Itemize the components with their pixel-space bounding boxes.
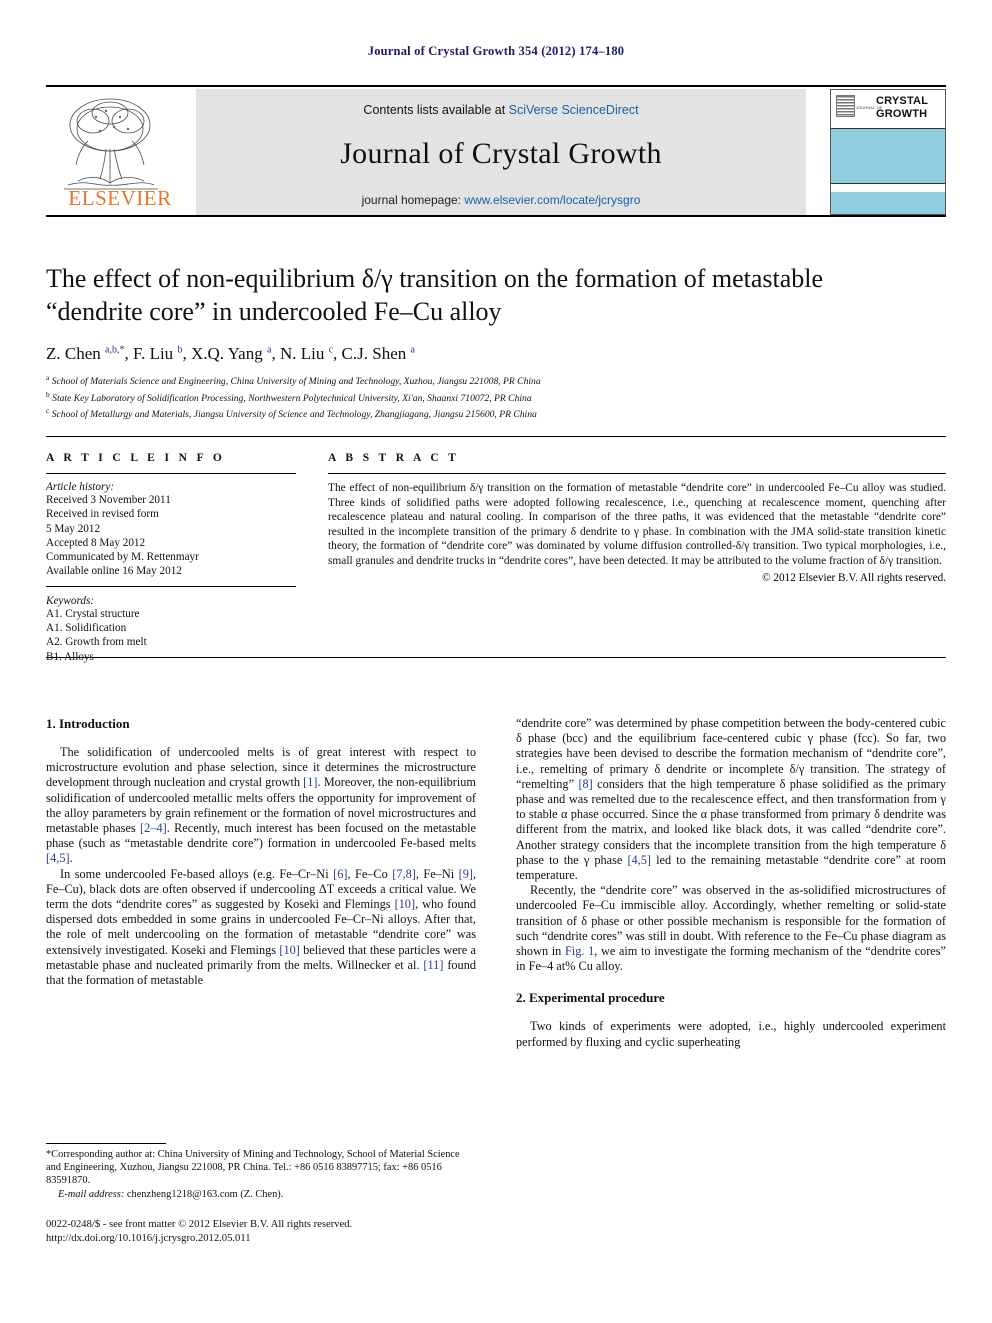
paragraph: The solidification of undercooled melts …	[46, 745, 477, 866]
history-item: Communicated by M. Rettenmayr	[46, 551, 199, 564]
paper-page: Journal of Crystal Growth 354 (2012) 174…	[0, 0, 992, 1323]
section-heading-experimental: 2. Experimental procedure	[516, 990, 665, 1006]
history-item: 5 May 2012	[46, 522, 101, 535]
journal-cover-thumbnail: JOURNAL OF CRYSTAL GROWTH	[830, 89, 946, 215]
elsevier-wordmark: ELSEVIER	[68, 186, 172, 210]
keyword-item: A1. Solidification	[46, 622, 127, 635]
keyword-item: A2. Growth from melt	[46, 636, 147, 649]
footnote-rule	[46, 1143, 166, 1144]
article-history-block: Article history: Received 3 November 201…	[46, 481, 296, 579]
cover-gap	[831, 184, 945, 192]
info-section-top-rule	[46, 436, 946, 437]
abstract-rule	[328, 473, 946, 474]
paragraph: Recently, the “dendrite core” was observ…	[516, 883, 947, 974]
affiliation-text: School of Metallurgy and Materials, Jian…	[51, 409, 537, 421]
body-column-right: “dendrite core” was determined by phase …	[516, 716, 946, 1050]
homepage-prefix: journal homepage:	[361, 193, 465, 207]
email-label: E-mail address:	[58, 1188, 125, 1200]
keywords-block: Keywords: A1. Crystal structure A1. Soli…	[46, 595, 296, 664]
abstract-column: A B S T R A C T The effect of non-equili…	[328, 452, 946, 584]
running-head: Journal of Crystal Growth 354 (2012) 174…	[367, 44, 625, 58]
affiliation-item: c School of Metallurgy and Materials, Ji…	[46, 405, 926, 422]
elsevier-logo: ELSEVIER	[48, 91, 190, 213]
affiliation-text: School of Materials Science and Engineer…	[51, 376, 541, 388]
cover-image-band-2	[831, 192, 945, 214]
footer-identifiers: 0022-0248/$ - see front matter © 2012 El…	[46, 1218, 506, 1246]
journal-homepage-line: journal homepage: www.elsevier.com/locat…	[196, 193, 806, 207]
page-title: The effect of non-equilibrium δ/γ transi…	[46, 264, 824, 326]
paragraph: “dendrite core” was determined by phase …	[516, 716, 946, 883]
journal-title: Journal of Crystal Growth	[340, 137, 662, 170]
keyword-item: B1. Alloys	[46, 650, 94, 663]
body-column-left: 1. Introduction The solidification of un…	[46, 716, 476, 988]
article-info-heading: A R T I C L E I N F O	[46, 452, 226, 464]
footnote-corresponding-text: *Corresponding author at: China Universi…	[46, 1149, 460, 1187]
article-info-rule	[46, 473, 296, 474]
masthead-center-band: Contents lists available at SciVerse Sci…	[196, 89, 806, 215]
affiliation-list: a School of Materials Science and Engine…	[46, 372, 926, 422]
history-item: Received in revised form	[46, 508, 159, 521]
keywords-label: Keywords:	[46, 594, 95, 607]
affiliation-marker: b	[46, 389, 50, 399]
author-list: Z. Chen a,b,*, F. Liu b, X.Q. Yang a, N.…	[46, 344, 415, 363]
paragraph: In some undercooled Fe-based alloys (e.g…	[46, 866, 477, 988]
cover-header: JOURNAL OF CRYSTAL GROWTH	[831, 90, 945, 129]
cover-title-line1: CRYSTAL	[876, 95, 929, 107]
section-heading-introduction: 1. Introduction	[46, 716, 130, 731]
contents-available-line: Contents lists available at SciVerse Sci…	[196, 103, 806, 117]
history-item: Available online 16 May 2012	[46, 565, 182, 578]
keywords-rule	[46, 585, 296, 587]
homepage-url-link[interactable]: www.elsevier.com/locate/jcrysgro	[464, 193, 640, 207]
affiliation-item: b State Key Laboratory of Solidification…	[46, 389, 926, 406]
sciencedirect-link[interactable]: SciVerse ScienceDirect	[509, 103, 639, 117]
issn-line: 0022-0248/$ - see front matter © 2012 El…	[46, 1219, 353, 1230]
abstract-copyright: © 2012 Elsevier B.V. All rights reserved…	[762, 571, 946, 584]
affiliation-marker: c	[46, 406, 50, 416]
corresponding-author-footnote: *Corresponding author at: China Universi…	[46, 1143, 476, 1201]
article-history-label: Article history:	[46, 481, 115, 493]
affiliation-item: a School of Materials Science and Engine…	[46, 372, 926, 389]
journal-masthead: ELSEVIER Contents lists available at Sci…	[46, 85, 946, 217]
affiliation-marker: a	[46, 373, 50, 382]
cover-title-line2: GROWTH	[876, 107, 928, 120]
keyword-item: A1. Crystal structure	[46, 607, 140, 620]
abstract-heading: A B S T R A C T	[328, 452, 460, 464]
doi-link[interactable]: http://dx.doi.org/10.1016/j.jcrysgro.201…	[46, 1232, 506, 1246]
email-value[interactable]: chenzheng1218@163.com (Z. Chen).	[127, 1189, 283, 1200]
article-info-column: A R T I C L E I N F O Article history: R…	[46, 452, 296, 664]
cover-badge-icon	[836, 95, 855, 117]
history-item: Received 3 November 2011	[46, 494, 171, 506]
history-item: Accepted 8 May 2012	[46, 536, 146, 549]
cover-image-band-1	[831, 129, 945, 184]
affiliation-text: State Key Laboratory of Solidification P…	[52, 392, 532, 404]
footnote-email-line: E-mail address: chenzheng1218@163.com (Z…	[46, 1188, 476, 1201]
cover-title: CRYSTAL GROWTH	[876, 95, 928, 120]
abstract-text: The effect of non-equilibrium δ/γ transi…	[328, 482, 946, 567]
paragraph: Two kinds of experiments were adopted, i…	[516, 1019, 946, 1049]
contents-prefix: Contents lists available at	[363, 103, 509, 117]
